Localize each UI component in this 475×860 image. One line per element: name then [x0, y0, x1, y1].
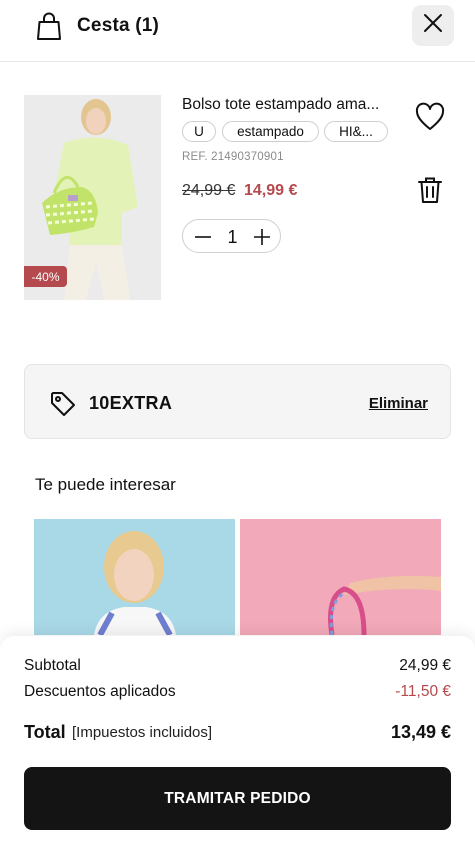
subtotal-value: 24,99 €: [399, 657, 451, 674]
original-price: 24,99 €: [182, 182, 236, 199]
product-reference: REF. 21490370901: [182, 151, 284, 163]
brand-tag: HI&...: [324, 121, 388, 142]
tax-note: [Impuestos incluidos]: [72, 724, 213, 741]
product-image[interactable]: -40%: [24, 95, 161, 300]
size-tag: U: [182, 121, 216, 142]
wishlist-button[interactable]: [414, 102, 446, 132]
subtotal-label: Subtotal: [24, 657, 81, 674]
recommendations-title: Te puede interesar: [35, 475, 176, 494]
close-icon: [422, 12, 444, 39]
cart-header: Cesta (1): [0, 0, 475, 62]
remove-item-button[interactable]: [416, 175, 444, 205]
discount-badge: -40%: [24, 266, 67, 287]
total-value: 13,49 €: [390, 722, 451, 742]
remove-coupon-link[interactable]: Eliminar: [369, 395, 428, 412]
close-button[interactable]: [412, 5, 454, 46]
increase-quantity-button[interactable]: [252, 227, 272, 247]
recommended-product-image[interactable]: [240, 519, 441, 635]
shopping-bag-icon: [36, 11, 62, 41]
plus-icon: [254, 229, 270, 245]
pattern-tag: estampado: [222, 121, 319, 142]
recommended-product-image[interactable]: [34, 519, 235, 635]
quantity-stepper: 1: [182, 219, 281, 253]
discounts-value: -11,50 €: [395, 683, 451, 700]
trash-icon: [416, 177, 444, 209]
discounts-label: Descuentos aplicados: [24, 683, 176, 700]
heart-icon: [414, 102, 446, 136]
checkout-button[interactable]: TRAMITAR PEDIDO: [24, 767, 451, 830]
coupon-code: 10EXTRA: [89, 393, 173, 413]
sale-price: 14,99 €: [244, 182, 298, 199]
cart-title: Cesta (1): [77, 15, 160, 36]
order-summary: Subtotal 24,99 € Descuentos aplicados -1…: [0, 636, 475, 860]
total-label: Total: [24, 722, 66, 742]
tag-icon: [49, 390, 77, 418]
product-name[interactable]: Bolso tote estampado ama...: [182, 96, 379, 114]
applied-coupon: 10EXTRA Eliminar: [24, 364, 451, 439]
cart-page: Cesta (1) -40% Bolso tote estampado ama.…: [0, 0, 475, 860]
